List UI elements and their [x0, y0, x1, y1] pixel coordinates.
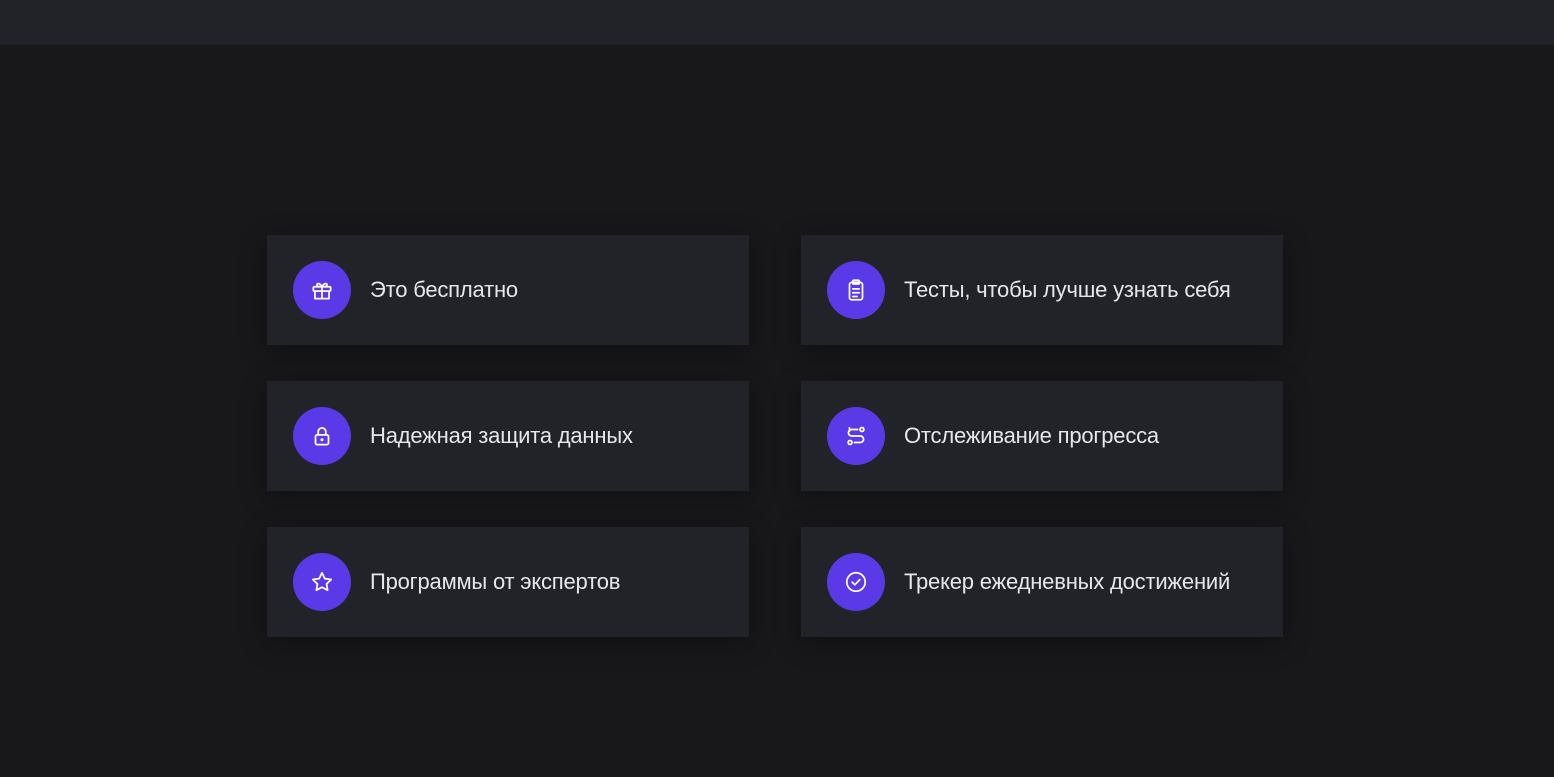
feature-card-security: Надежная защита данных — [267, 381, 749, 491]
feature-label: Это бесплатно — [370, 277, 518, 302]
feature-label: Отслеживание прогресса — [904, 423, 1159, 448]
feature-card-free: Это бесплатно — [267, 235, 749, 345]
check-circle-icon — [827, 553, 885, 611]
feature-label: Программы от экспертов — [370, 569, 621, 594]
feature-card-tests: Тесты, чтобы лучше узнать себя — [801, 235, 1283, 345]
feature-card-programs: Программы от экспертов — [267, 527, 749, 637]
clipboard-icon — [827, 261, 885, 319]
feature-label: Трекер ежедневных достижений — [904, 569, 1231, 594]
features-grid: Это бесплатно Тесты, чтобы лучше узнать … — [267, 235, 1283, 637]
feature-label: Тесты, чтобы лучше узнать себя — [904, 277, 1231, 302]
feature-label: Надежная защита данных — [370, 423, 633, 448]
feature-card-tracker: Трекер ежедневных достижений — [801, 527, 1283, 637]
gift-icon — [293, 261, 351, 319]
star-icon — [293, 553, 351, 611]
top-bar — [0, 0, 1554, 45]
route-icon — [827, 407, 885, 465]
lock-icon — [293, 407, 351, 465]
feature-card-progress: Отслеживание прогресса — [801, 381, 1283, 491]
